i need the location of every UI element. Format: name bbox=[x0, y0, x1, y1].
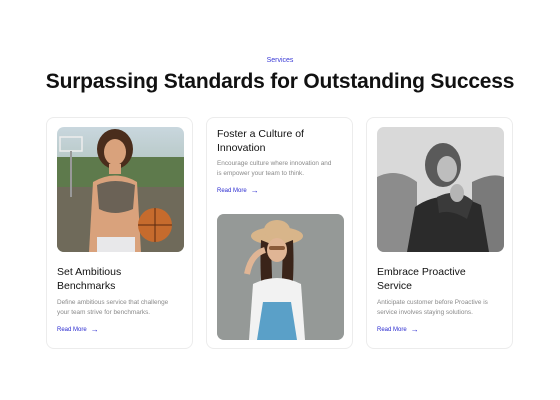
woman-with-basketball-photo bbox=[57, 127, 184, 252]
woman-in-straw-hat-photo bbox=[217, 214, 344, 340]
arrow-right-icon: → bbox=[90, 325, 99, 334]
arrow-right-icon: → bbox=[410, 325, 419, 334]
card-description: Anticipate customer before Proactive is … bbox=[377, 299, 488, 316]
service-card-innovation: Foster a Culture of Innovation Encourage… bbox=[206, 117, 353, 349]
arrow-right-icon: → bbox=[250, 186, 259, 195]
card-title: Foster a Culture of Innovation bbox=[217, 128, 304, 154]
read-more-link[interactable]: Read More → bbox=[217, 186, 259, 195]
read-more-link[interactable]: Read More → bbox=[57, 325, 99, 334]
services-eyebrow: Services bbox=[266, 57, 294, 64]
service-card-benchmarks: Set Ambitious Benchmarks Define ambitiou… bbox=[46, 117, 193, 349]
card-title: Embrace Proactive Service bbox=[377, 266, 466, 292]
section-title: Surpassing Standards for Outstanding Suc… bbox=[45, 70, 515, 93]
read-more-link[interactable]: Read More → bbox=[377, 325, 419, 334]
woman-black-and-white-photo bbox=[377, 127, 504, 252]
card-description: Encourage culture where innovation and i… bbox=[217, 160, 332, 177]
card-description: Define ambitious service that challenge … bbox=[57, 299, 169, 316]
service-card-proactive: Embrace Proactive Service Anticipate cus… bbox=[366, 117, 513, 349]
card-title: Set Ambitious Benchmarks bbox=[57, 266, 122, 292]
